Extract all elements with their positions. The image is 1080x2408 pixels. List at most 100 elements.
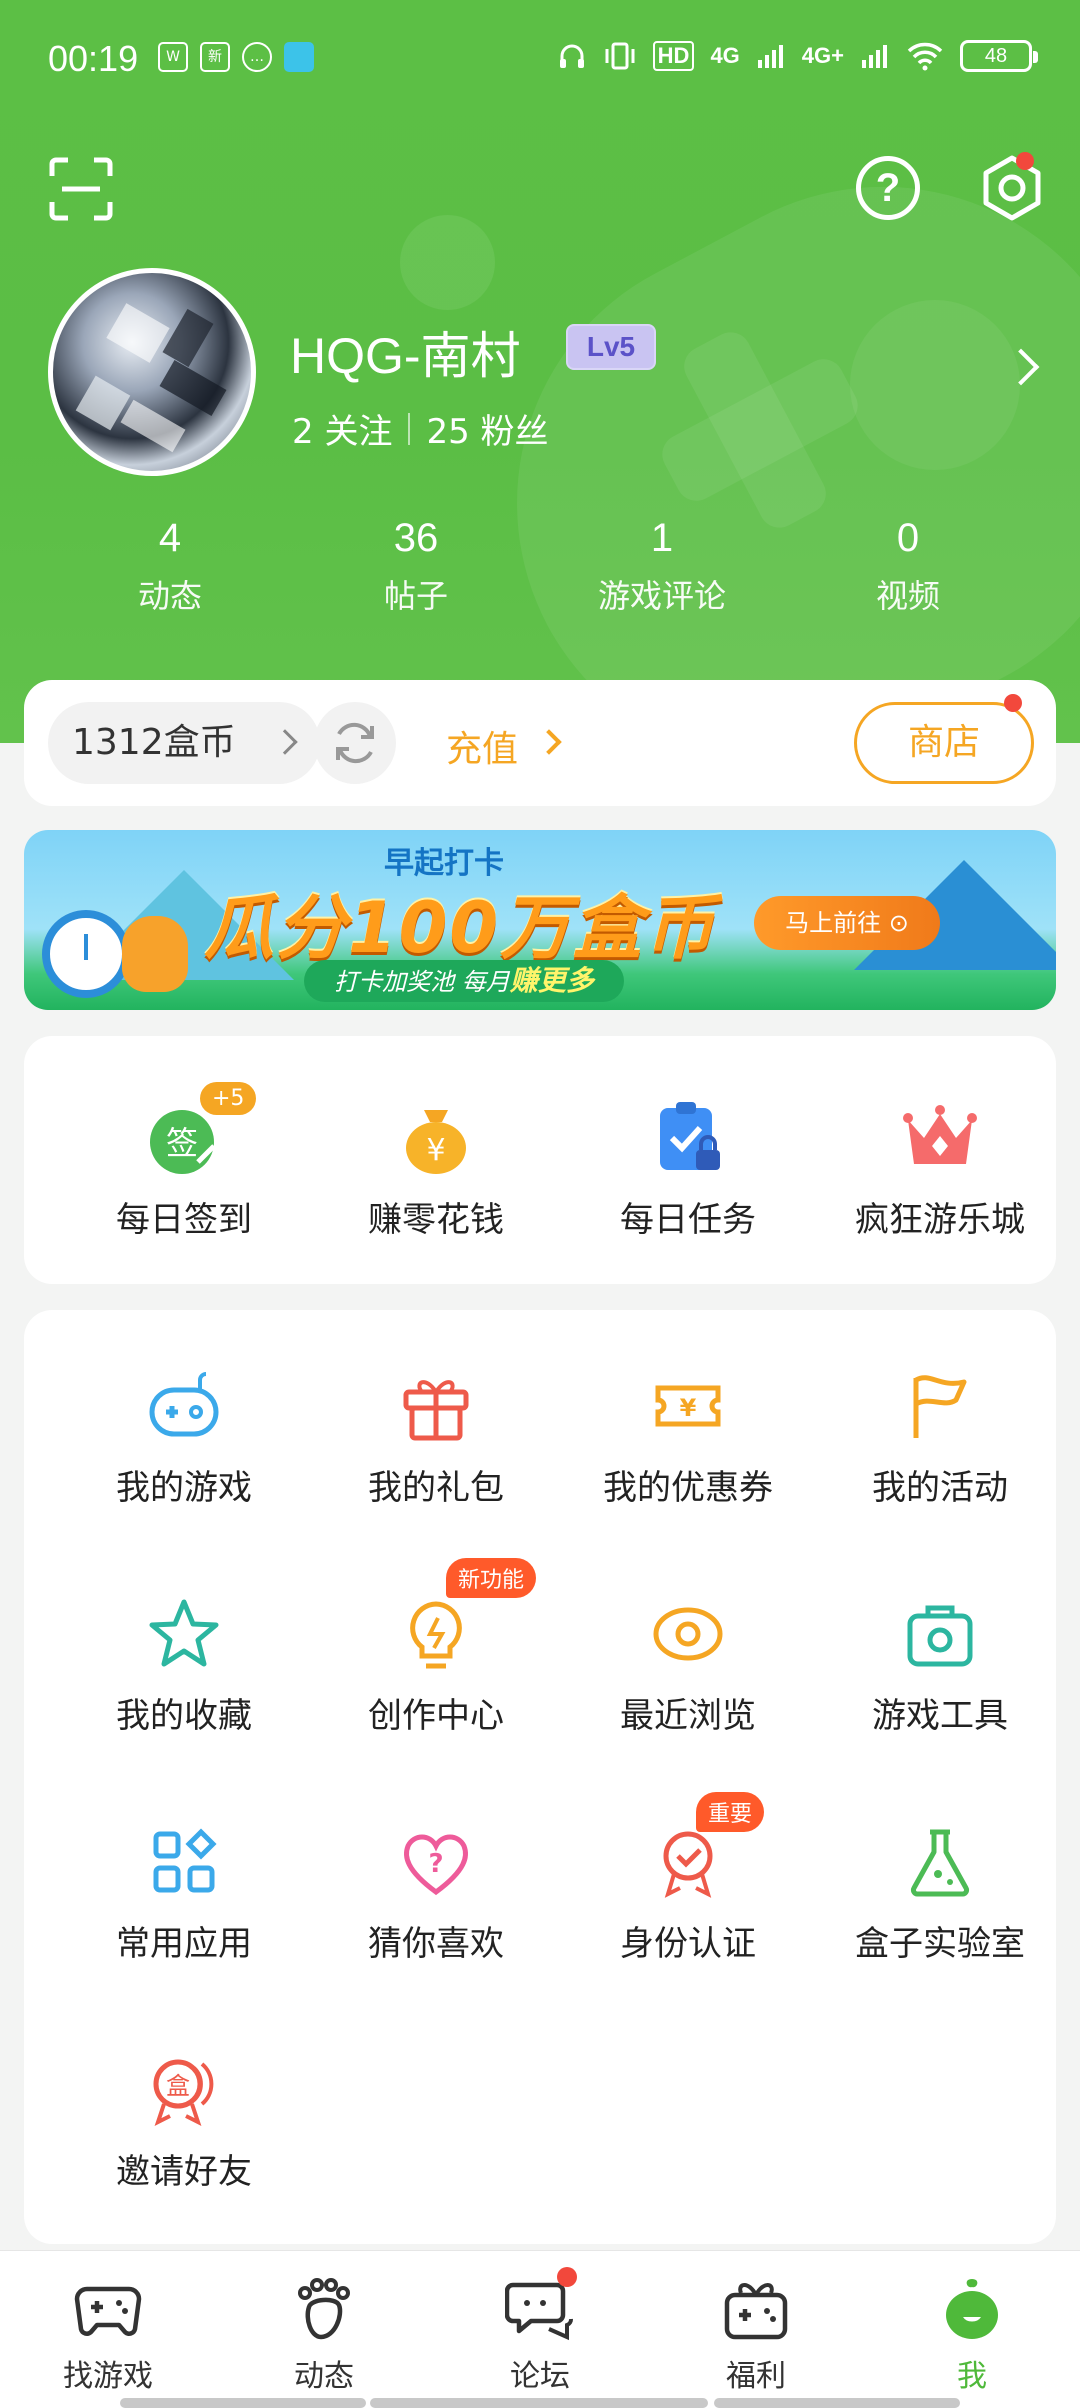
feature-creator-center[interactable]: 新功能 创作中心 <box>310 1558 562 1737</box>
gamepad-tab-icon <box>74 2286 142 2336</box>
stat-videos[interactable]: 0 视频 <box>785 516 1031 617</box>
followers-count[interactable]: 25 粉丝 <box>426 404 548 453</box>
refresh-icon <box>336 722 374 764</box>
flag-icon <box>913 1375 967 1438</box>
wps-icon: W <box>158 42 188 72</box>
feature-guess-you-like[interactable]: ? 猜你喜欢 <box>310 1822 562 1965</box>
feature-my-activities[interactable]: 我的活动 <box>814 1366 1066 1509</box>
action-label: 疯狂游乐城 <box>855 1200 1025 1240</box>
me-mascot-icon <box>946 2279 998 2339</box>
avatar[interactable] <box>48 268 256 476</box>
tab-find-games[interactable]: 找游戏 <box>28 2273 188 2395</box>
coin-balance-button[interactable]: 1312盒币 <box>48 702 320 784</box>
feature-recent-views[interactable]: 最近浏览 <box>562 1594 814 1737</box>
feature-label: 我的游戏 <box>116 1468 252 1508</box>
important-badge: 重要 <box>696 1792 765 1832</box>
banner-title: 瓜分100万盒币 <box>204 887 717 969</box>
stat-label: 视频 <box>875 577 940 615</box>
following-count[interactable]: 2 关注 <box>292 404 392 453</box>
signal-4gplus-label: 4G+ <box>801 43 844 68</box>
tab-label: 找游戏 <box>63 2359 153 2394</box>
coin-card: 1312盒币 充值 商店 <box>24 680 1056 806</box>
news-app-icon: 新 <box>200 42 230 72</box>
decor-ball <box>400 215 495 310</box>
stat-number: 36 <box>393 516 439 560</box>
invite-icon: 盒 <box>153 2059 214 2126</box>
stat-number: 4 <box>158 516 182 560</box>
coin-balance: 1312盒币 <box>72 722 236 763</box>
settings-icon[interactable] <box>976 152 1048 224</box>
tab-dynamics[interactable]: 动态 <box>244 2273 404 2395</box>
shop-button[interactable]: 商店 <box>854 702 1034 784</box>
verify-badge-icon <box>663 1831 713 1898</box>
decor-circle <box>850 300 1020 470</box>
action-label: 赚零花钱 <box>368 1200 504 1240</box>
svg-text:¥: ¥ <box>426 1133 445 1168</box>
feature-game-tools[interactable]: 游戏工具 <box>814 1594 1066 1737</box>
nav-indicator <box>120 2398 366 2408</box>
feature-my-coupons[interactable]: ¥ 我的优惠券 <box>562 1366 814 1509</box>
settings-notification-dot <box>1016 152 1034 170</box>
battery-icon: 48 <box>960 40 1038 72</box>
daily-tasks[interactable]: 每日任务 <box>562 1098 814 1241</box>
crazy-amusement-city[interactable]: 疯狂游乐城 <box>814 1098 1066 1241</box>
feature-my-games[interactable]: 我的游戏 <box>58 1366 310 1509</box>
signal-bars-icon-2 <box>862 45 887 68</box>
coupon-icon: ¥ <box>655 1385 721 1427</box>
earn-money[interactable]: ¥ 赚零花钱 <box>310 1098 562 1241</box>
feature-label: 邀请好友 <box>116 2152 252 2192</box>
scan-icon[interactable] <box>48 156 114 222</box>
follow-stats: 2 关注 25 粉丝 <box>292 404 549 453</box>
heart-question-icon: ? <box>403 1834 469 1896</box>
feature-common-apps[interactable]: 常用应用 <box>58 1822 310 1965</box>
checkin-reward-badge: +5 <box>200 1082 257 1115</box>
feature-invite-friends[interactable]: 盒 邀请好友 <box>58 2050 310 2193</box>
banner-tag-highlight: 赚更多 <box>509 964 594 997</box>
feature-my-favorites[interactable]: 我的收藏 <box>58 1594 310 1737</box>
stat-posts-dynamic[interactable]: 4 动态 <box>47 516 293 617</box>
hd-indicator: HD <box>652 41 695 71</box>
gift-game-icon <box>724 2283 788 2340</box>
footprint-icon <box>298 2278 350 2340</box>
feature-box-lab[interactable]: 盒子实验室 <box>814 1822 1066 1965</box>
level-badge: Lv5 <box>566 324 656 370</box>
signal-bars-icon <box>757 45 783 68</box>
feature-label: 盒子实验室 <box>855 1924 1025 1964</box>
bulb-icon <box>410 1601 462 1669</box>
vibrate-icon <box>605 42 635 70</box>
checkin-banner[interactable]: 早起打卡 瓜分100万盒币 打卡加奖池 每月赚更多 马上前往 ⊙ <box>24 830 1056 1010</box>
chevron-right-icon <box>272 729 298 755</box>
help-icon[interactable]: ? <box>856 156 920 220</box>
nav-indicator <box>370 2398 708 2408</box>
stat-game-reviews[interactable]: 1 游戏评论 <box>539 516 785 617</box>
feature-my-gifts[interactable]: 我的礼包 <box>310 1366 562 1509</box>
new-feature-badge: 新功能 <box>446 1558 537 1598</box>
signal-4g-label: 4G <box>710 43 740 68</box>
forum-notification-dot <box>557 2267 577 2287</box>
bottom-tab-bar: 找游戏 动态 论坛 福利 我 <box>0 2250 1080 2408</box>
tab-welfare[interactable]: 福利 <box>676 2273 836 2395</box>
feature-label: 我的收藏 <box>116 1696 252 1736</box>
quick-actions-card: 签 +5 每日签到 ¥ 赚零花钱 每日任务 疯狂游乐城 <box>24 1036 1056 1284</box>
svg-text:签: 签 <box>166 1124 198 1162</box>
action-label: 每日任务 <box>620 1200 756 1240</box>
recharge-link[interactable]: 充值 <box>446 720 518 772</box>
status-time: 00:19 <box>48 38 139 79</box>
svg-text:¥: ¥ <box>680 1394 697 1422</box>
tab-me[interactable]: 我 <box>892 2273 1052 2395</box>
banner-go-button[interactable]: 马上前往 ⊙ <box>754 896 940 950</box>
feature-identity-verification[interactable]: 重要 身份认证 <box>562 1792 814 1965</box>
stat-threads[interactable]: 36 帖子 <box>293 516 539 617</box>
headphone-icon <box>559 44 584 68</box>
gamepad-icon <box>149 1372 219 1437</box>
daily-checkin[interactable]: 签 +5 每日签到 <box>58 1082 310 1241</box>
refresh-button[interactable] <box>314 702 396 784</box>
game-app-icon <box>284 42 314 72</box>
feature-label: 最近浏览 <box>620 1696 756 1736</box>
username[interactable]: HQG-南村 <box>290 316 521 388</box>
tab-forum[interactable]: 论坛 <box>460 2267 620 2395</box>
flask-icon <box>910 1829 970 1897</box>
money-bag-icon: ¥ <box>406 1110 466 1174</box>
stat-number: 1 <box>650 516 674 560</box>
tab-label: 论坛 <box>510 2359 570 2394</box>
